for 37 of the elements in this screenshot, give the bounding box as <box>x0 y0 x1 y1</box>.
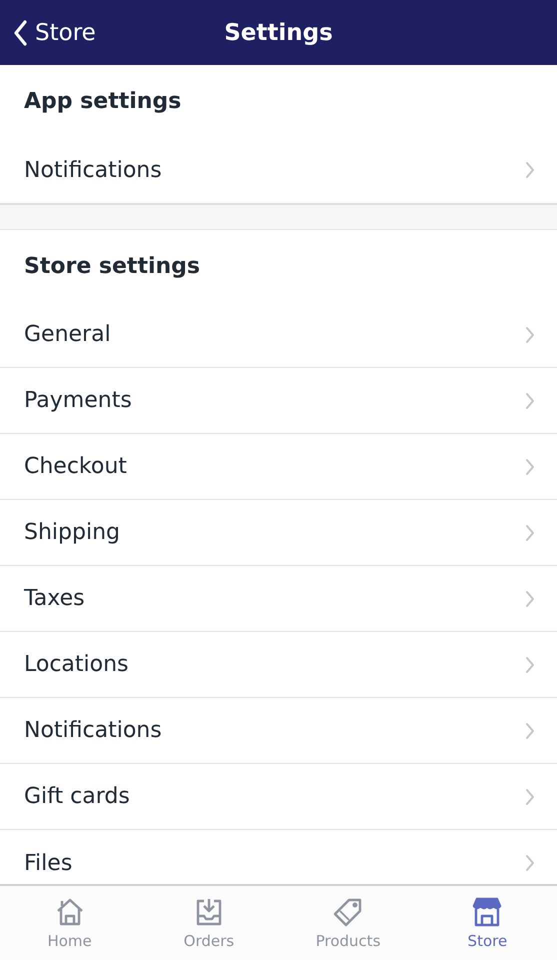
storefront-icon <box>471 896 504 928</box>
tab-bar-item[interactable]: Store <box>418 886 557 960</box>
chevron-right-icon <box>525 788 535 806</box>
chevron-right-icon <box>525 458 535 476</box>
section-heading: App settings <box>23 88 182 116</box>
chevron-right-icon <box>525 161 535 179</box>
chevron-right-icon <box>525 326 535 344</box>
row-label: Checkout <box>24 454 127 479</box>
row-label: Notifications <box>24 158 162 182</box>
row-label: General <box>24 322 111 347</box>
back-chevron-icon <box>13 20 27 46</box>
settings-row[interactable]: Locations <box>0 632 557 698</box>
settings-row[interactable]: Payments <box>0 368 557 434</box>
row-label: Locations <box>24 652 129 677</box>
chevron-right-icon <box>525 524 535 542</box>
row-label: Gift cards <box>24 784 130 809</box>
settings-row[interactable]: Notifications <box>0 137 557 203</box>
chevron-right-icon <box>525 392 535 410</box>
back-button[interactable]: Store <box>0 20 96 46</box>
settings-row[interactable]: Notifications <box>0 698 557 764</box>
settings-row[interactable]: Files <box>0 830 557 884</box>
chevron-right-icon <box>525 590 535 608</box>
chevron-right-icon <box>525 722 535 740</box>
settings-row[interactable]: Taxes <box>0 566 557 632</box>
settings-row[interactable]: General <box>0 302 557 368</box>
row-label: Taxes <box>24 586 85 611</box>
row-label: Notifications <box>24 718 162 743</box>
chevron-right-icon <box>525 656 535 674</box>
settings-row[interactable]: Checkout <box>0 434 557 500</box>
section-heading: Store settings <box>23 252 201 280</box>
row-label: Payments <box>24 388 132 413</box>
screen-title: Settings <box>224 20 333 46</box>
settings-row[interactable]: Shipping <box>0 500 557 566</box>
row-label: Shipping <box>24 520 120 545</box>
chevron-right-icon <box>525 854 535 872</box>
settings-row[interactable]: Gift cards <box>0 764 557 830</box>
row-label: Files <box>24 850 72 876</box>
